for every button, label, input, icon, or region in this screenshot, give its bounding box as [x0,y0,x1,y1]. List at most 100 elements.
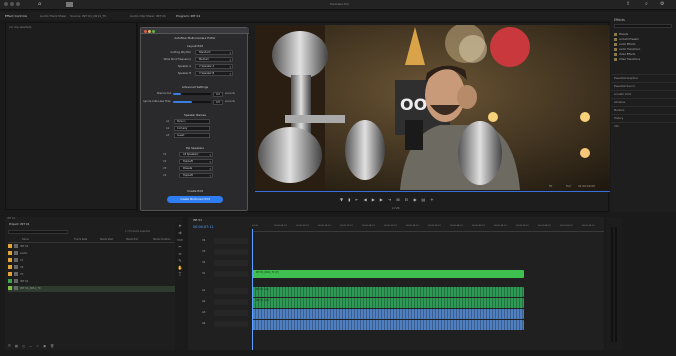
panel-section-header[interactable]: Lumetri Color [611,90,676,98]
pip-select-v1[interactable]: All Speakers [179,152,213,157]
tab-audio-clip-mixer[interactable]: Audio Clip Mixer: INT 01 [130,13,166,19]
column-header[interactable]: Frame Rate [74,238,87,241]
track-header-controls[interactable] [214,321,248,327]
track-header-controls[interactable] [214,260,248,266]
hand-tool-icon[interactable]: ✋ [175,264,185,271]
timeline-clip[interactable]: INT 01 (A1) [252,287,524,297]
column-header[interactable]: Media Start [100,238,113,241]
track-label[interactable]: V1 [202,270,205,278]
wide-shot-frequency-select[interactable]: Medium [195,57,233,62]
silence-cut-slider[interactable] [173,93,211,95]
selection-tool-icon[interactable]: ➤ [175,222,185,229]
track-header-controls[interactable] [214,249,248,255]
panel-section-header[interactable]: Markers [611,106,676,114]
grid-icon[interactable] [66,2,73,7]
track-header-controls[interactable] [214,288,248,294]
insert-icon[interactable]: ⊞ [396,197,404,202]
maximize-icon[interactable] [152,29,155,33]
fit-select[interactable]: Fit [549,184,552,188]
speaker-a-select[interactable]: V Speaker A [195,64,233,69]
window-dot-icon[interactable] [16,2,20,6]
effects-search-input[interactable] [614,24,672,28]
track-label[interactable]: V4 [202,237,205,245]
track-label[interactable]: V3 [202,248,205,256]
speaker-name-input-a2[interactable]: Comedy [174,126,210,131]
window-dot-icon[interactable] [4,2,8,6]
icon-view-icon[interactable]: ▦ [15,344,22,348]
project-item-row[interactable]: Audio [8,251,180,257]
tab-program[interactable]: Program: INT 01 [176,13,200,19]
forward-icon[interactable]: ▶ [380,197,388,202]
panel-section-header[interactable]: Libraries [611,98,676,106]
project-item-row[interactable]: INT 01_0011_TC [8,286,180,292]
playhead[interactable] [252,229,253,350]
column-header[interactable]: Media Duration [153,238,171,241]
tab-source[interactable]: Source: INT 01_0011_TC [70,13,106,19]
vr-icon[interactable]: ⊡ VR [392,206,400,210]
tab-audio-track-mixer[interactable]: Audio Track Mixer [40,13,66,19]
freeform-view-icon[interactable]: ◫ [22,344,29,348]
step-back-icon[interactable]: ⇤ [355,197,363,202]
home-icon[interactable]: ⌂ [38,1,41,7]
track-label[interactable]: A3 [202,309,205,317]
playback-scrub-bar[interactable] [255,191,610,192]
zoom-slider-icon[interactable]: — [29,344,36,348]
step-forward-icon[interactable]: ⇥ [388,197,396,202]
list-view-icon[interactable]: ☰ [8,344,15,348]
project-search-input[interactable] [8,230,68,234]
razor-tool-icon[interactable]: ✂ [175,243,185,250]
share-icon[interactable]: ⇪ [626,1,630,7]
panel-section-header[interactable]: History [611,114,676,122]
project-item-row[interactable]: V3 [8,272,180,278]
column-header[interactable]: Name [22,238,29,241]
ignore-cuts-value[interactable]: 0.5 [213,99,223,105]
speaker-name-input-a1[interactable]: Person [174,119,210,124]
timeline-clip[interactable] [252,320,524,330]
close-icon[interactable] [144,29,147,33]
panel-section-header[interactable]: Essential Sound [611,82,676,90]
slip-tool-icon[interactable]: ⇔ [175,250,185,257]
track-label[interactable]: V2 [202,259,205,267]
type-tool-icon[interactable]: T [175,271,185,278]
pip-select-v4[interactable]: Top/Left [179,173,213,178]
speaker-name-input-a3[interactable]: Guest [174,133,210,138]
speaker-b-select[interactable]: V Speaker B [195,71,233,76]
track-header-controls[interactable] [214,271,248,277]
ripple-edit-icon[interactable]: ⟺ [175,236,185,243]
track-select-icon[interactable]: ⇉ [175,229,185,236]
compare-icon[interactable]: ▤ [421,197,430,202]
project-item-row[interactable]: INT 01 [8,279,180,285]
settings-icon[interactable]: ⚙ [660,1,664,7]
rewind-icon[interactable]: ◀ [364,197,372,202]
effects-folder-item[interactable]: Video Transitions [614,57,674,62]
timeline-timecode[interactable]: 00:00:07:11 [193,225,214,229]
track-header-controls[interactable] [214,310,248,316]
panel-section-header[interactable]: Info [611,122,676,130]
timeline-clip[interactable]: INT 01_0011_TC [V] [252,270,524,278]
pip-select-v2[interactable]: Top/Left [179,159,213,164]
create-multicam-edit-button[interactable]: Create Multi-Cam Edit [167,196,223,203]
play-icon[interactable]: ▶ [372,197,380,202]
pen-tool-icon[interactable]: ✎ [175,257,185,264]
search-icon[interactable]: ⌕ [645,1,648,7]
minimize-icon[interactable] [148,29,151,33]
panel-section-header[interactable]: Essential Graphics [611,74,676,82]
project-item-row[interactable]: V1 [8,258,180,264]
window-dot-icon[interactable] [10,2,14,6]
cutting-rhythm-select[interactable]: Standard [195,50,233,55]
add-button-icon[interactable]: + [430,197,438,202]
track-label[interactable]: A2 [202,298,205,306]
pip-select-v3[interactable]: Presets [179,166,213,171]
project-item-row[interactable]: INT 01 [8,244,180,250]
delete-icon[interactable]: 🗑 [50,344,58,348]
sequence-tab[interactable]: INT 01 [193,218,202,222]
overwrite-icon[interactable]: ⊟ [405,197,413,202]
track-header-controls[interactable] [214,299,248,305]
track-label[interactable]: A4 [202,320,205,328]
timeline-clip[interactable]: INT 01 (A2) [252,298,524,308]
column-header[interactable]: Media End [126,238,138,241]
project-item-row[interactable]: V2 [8,265,180,271]
project-title[interactable]: Project: INT 01 [9,222,29,226]
quality-select[interactable]: Full [566,184,571,188]
track-label[interactable]: A1 [202,287,205,295]
